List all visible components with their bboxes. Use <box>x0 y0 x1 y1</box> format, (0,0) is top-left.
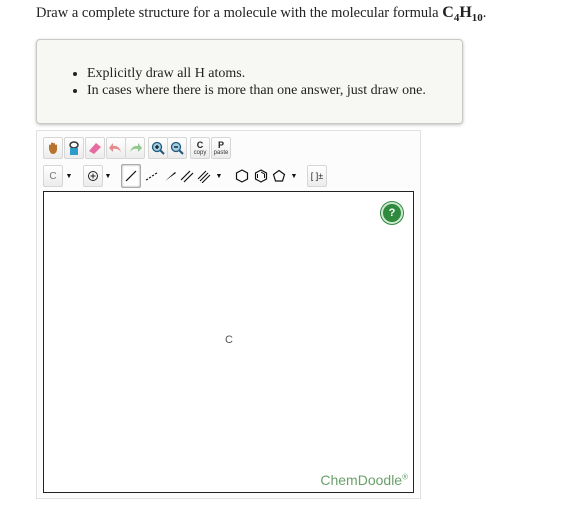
instructions-box: Explicitly draw all H atoms. In cases wh… <box>36 39 463 124</box>
bond-dropdown-icon[interactable]: ▼ <box>213 165 225 187</box>
molecular-formula: C4H10 <box>442 4 483 25</box>
undo-icon[interactable] <box>106 137 126 159</box>
eraser-icon[interactable] <box>85 137 105 159</box>
bracket-label: [ ]± <box>310 171 324 181</box>
instruction-item: Explicitly draw all H atoms. <box>87 65 426 82</box>
instructions-list: Explicitly draw all H atoms. In cases wh… <box>37 65 426 99</box>
question-suffix: . <box>482 5 487 21</box>
element-dropdown-icon[interactable]: ▼ <box>63 165 75 187</box>
paste-letter: P <box>217 139 224 150</box>
instruction-item: In cases where there is more than one an… <box>87 82 426 99</box>
hashed-bond-icon[interactable] <box>142 165 160 187</box>
charge-icon[interactable] <box>83 165 103 187</box>
cyclohexane-icon[interactable] <box>233 165 251 187</box>
hand-pan-icon[interactable] <box>43 137 63 159</box>
benzene-icon[interactable] <box>252 165 270 187</box>
ring-dropdown-icon[interactable]: ▼ <box>288 165 300 187</box>
triple-bond-icon[interactable] <box>195 165 213 187</box>
charge-dropdown-icon[interactable]: ▼ <box>102 165 114 187</box>
chemdoodle-sketcher: C copy P paste C ▼ ▼ ▼ ▼ [ ]± ? C ChemDo… <box>36 130 421 499</box>
copy-text: copy <box>193 149 207 156</box>
question-text: Draw a complete structure for a molecule… <box>36 4 486 24</box>
lasso-icon[interactable] <box>64 137 84 159</box>
copy-letter: C <box>196 139 204 150</box>
single-bond-icon[interactable] <box>121 164 141 188</box>
zoom-in-icon[interactable] <box>148 137 168 159</box>
formula-c: C <box>442 4 454 21</box>
brand-text: ChemDoodle <box>320 472 403 488</box>
formula-h: H <box>459 4 472 21</box>
chemdoodle-logo: ChemDoodle® <box>320 472 408 488</box>
copy-button[interactable]: C copy <box>190 137 210 159</box>
brand-mark: ® <box>402 472 408 482</box>
paste-button[interactable]: P paste <box>211 137 231 159</box>
paste-text: paste <box>213 149 229 156</box>
wedge-bond-icon[interactable] <box>161 165 179 187</box>
bracket-button[interactable]: [ ]± <box>307 165 327 187</box>
cyclopentane-icon[interactable] <box>270 165 288 187</box>
double-bond-icon[interactable] <box>178 165 196 187</box>
zoom-out-icon[interactable] <box>167 137 187 159</box>
carbon-atom[interactable]: C <box>225 334 233 346</box>
element-button[interactable]: C <box>43 165 63 187</box>
question-prefix: Draw a complete structure for a molecule… <box>36 5 443 21</box>
help-icon[interactable]: ? <box>381 202 403 224</box>
redo-icon[interactable] <box>125 137 145 159</box>
drawing-canvas[interactable]: ? C ChemDoodle® <box>43 191 414 493</box>
formula-h-count: 10 <box>471 12 483 25</box>
